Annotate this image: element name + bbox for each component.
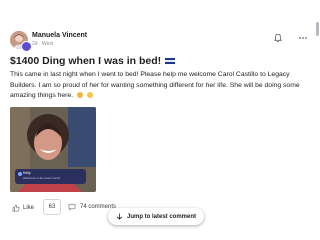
overlay-avatar (18, 172, 22, 176)
post-body-text: This came in last night when I went to b… (10, 71, 300, 99)
author-name[interactable]: Manuela Vincent (32, 32, 87, 39)
post-meta: 2d · Wesl (32, 41, 54, 47)
flag-icon (165, 58, 176, 65)
post-title-text: $1400 Ding when I was in bed! (10, 55, 162, 67)
post-image[interactable]: Kelly Welcome to the team Carol! (10, 107, 96, 192)
jump-to-latest-comment-button[interactable]: Jump to latest comment (108, 208, 204, 225)
like-count[interactable]: 63 (43, 199, 61, 215)
post-title: $1400 Ding when I was in bed! (10, 55, 176, 67)
post-header: Manuela Vincent 2d · Wesl (10, 31, 310, 52)
smile-emoji-icon (86, 92, 93, 99)
arrow-down-icon (116, 213, 123, 220)
comments-link[interactable]: 74 comments (68, 203, 116, 211)
like-label: Like (23, 205, 35, 211)
thumbs-up-icon (12, 204, 20, 212)
scrollbar[interactable] (316, 22, 319, 36)
overlay-subtitle: Welcome to the team Carol! (23, 176, 61, 180)
overlay-name: Kelly (23, 171, 31, 175)
more-icon[interactable] (296, 33, 310, 43)
like-button[interactable]: Like (12, 203, 34, 213)
post-body: This came in last night when I went to b… (10, 70, 310, 102)
comment-icon (68, 203, 76, 211)
media-overlay-card: Kelly Welcome to the team Carol! (15, 169, 86, 184)
jump-button-label: Jump to latest comment (126, 213, 196, 220)
party-emoji-icon (77, 92, 83, 99)
bell-icon[interactable] (273, 33, 283, 43)
verified-badge-icon (21, 41, 32, 52)
